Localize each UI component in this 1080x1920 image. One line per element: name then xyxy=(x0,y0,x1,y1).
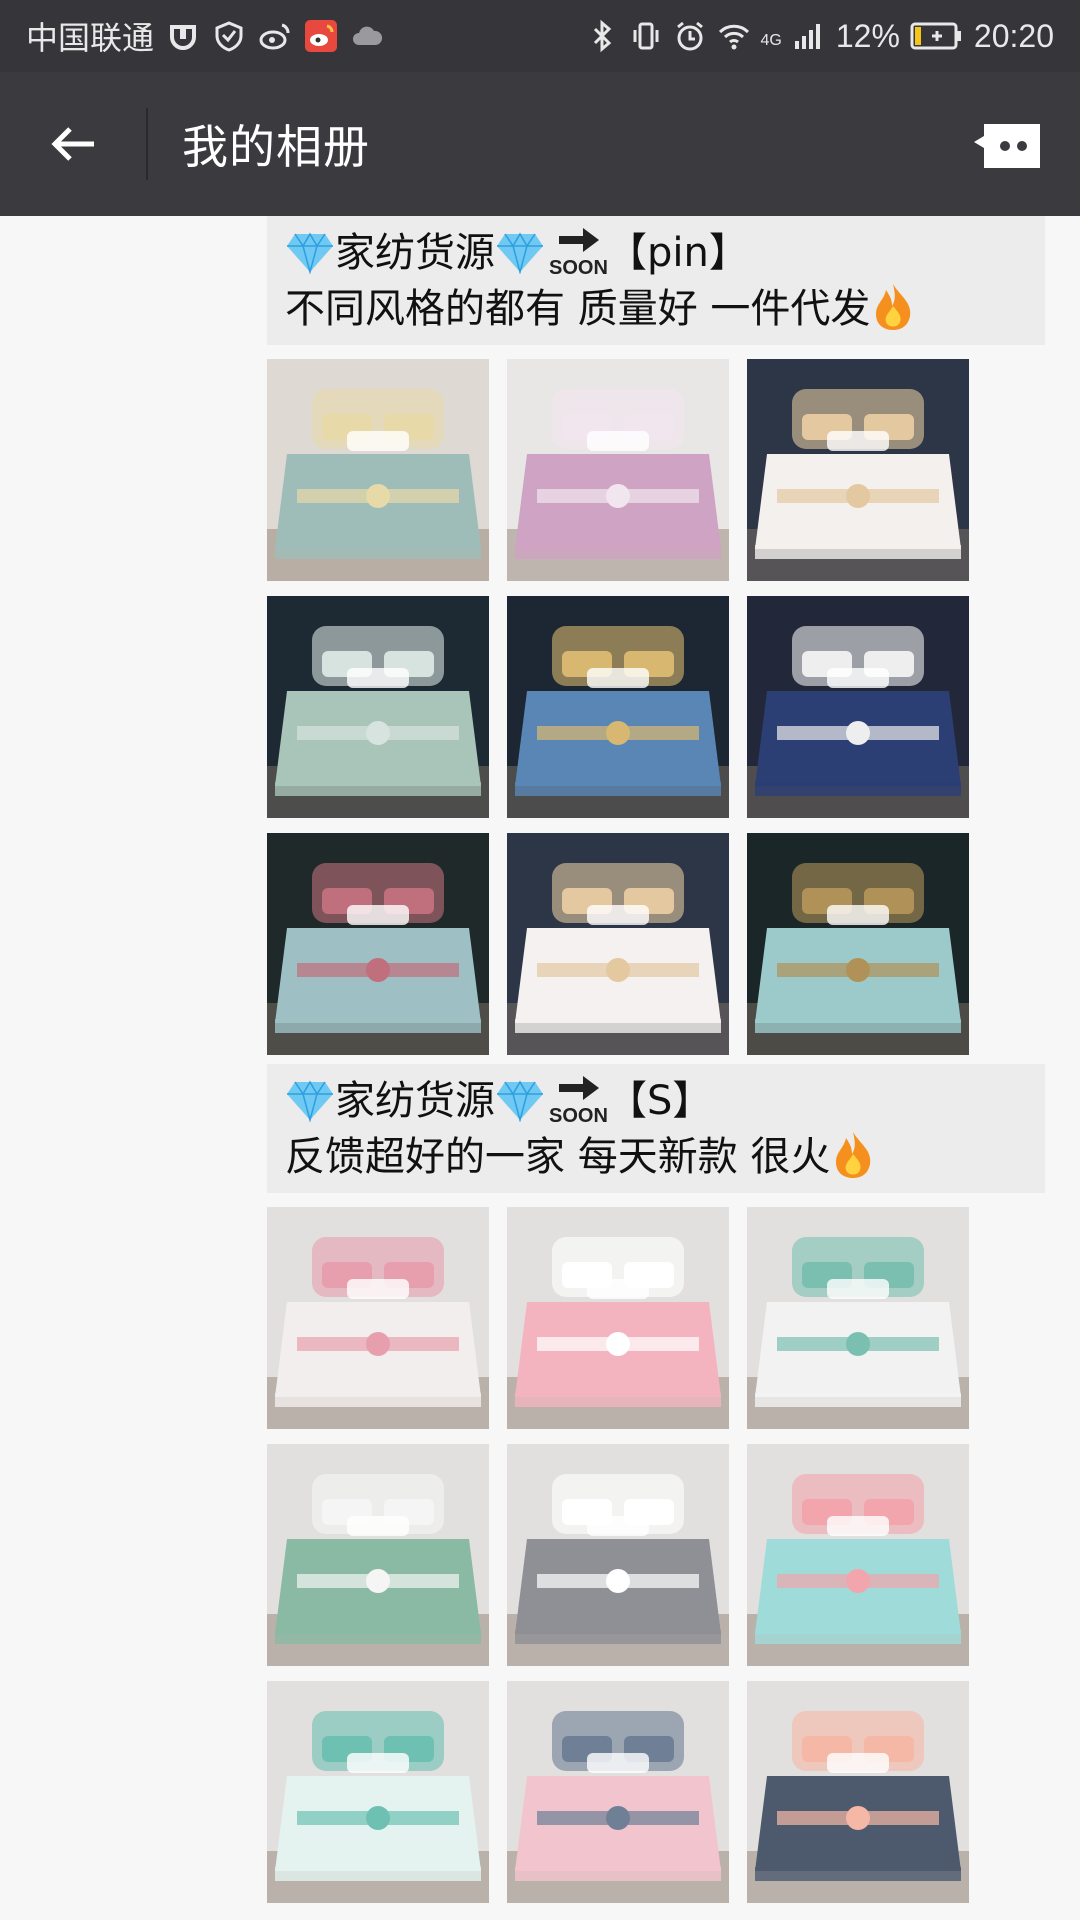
album-post: 家纺货源 SOON 【pin】 不同风格的都有 质量好 一件代发 xyxy=(267,216,1045,1055)
fire-emoji-icon xyxy=(836,1132,871,1178)
album-content[interactable]: 家纺货源 SOON 【pin】 不同风格的都有 质量好 一件代发 家纺货源 SOON 【… xyxy=(0,216,1080,1920)
weibo-icon xyxy=(259,23,290,50)
page-title: 我的相册 xyxy=(182,120,370,174)
bedding-photo xyxy=(507,1207,729,1429)
svg-text:SOON: SOON xyxy=(549,1105,607,1126)
caption-text: 【pin】 xyxy=(607,230,749,276)
photo-thumbnail-aqua-cartoon-bedding[interactable] xyxy=(747,1444,969,1666)
bedding-photo xyxy=(267,596,489,818)
back-button[interactable] xyxy=(0,72,146,216)
photo-thumbnail-pink-bedding[interactable] xyxy=(507,359,729,581)
album-post: 家纺货源 SOON 【S】 反馈超好的一家 每天新款 很火 xyxy=(267,1064,1045,1903)
post-caption: 家纺货源 SOON 【S】 反馈超好的一家 每天新款 很火 xyxy=(267,1064,1045,1193)
caption-text: 家纺货源 xyxy=(335,230,495,276)
bedding-photo xyxy=(747,596,969,818)
title-bar: 我的相册 xyxy=(0,72,1080,216)
vibrate-icon xyxy=(633,22,659,50)
photo-grid xyxy=(267,359,1045,1055)
status-bar: 中国联通 4G 12% 20:20 xyxy=(0,0,1080,72)
photo-thumbnail-grey-flower-bedding[interactable] xyxy=(507,1444,729,1666)
gem-emoji-icon xyxy=(287,232,333,274)
photo-thumbnail-blue-gold-bedding[interactable] xyxy=(507,596,729,818)
battery-icon xyxy=(910,22,961,50)
photo-thumbnail-white-gold-bedding-2[interactable] xyxy=(507,833,729,1055)
photo-thumbnail-sage-bedding-dark-room[interactable] xyxy=(267,596,489,818)
post-caption-line2: 反馈超好的一家 每天新款 很火 xyxy=(285,1129,1027,1185)
soon-arrow-emoji-icon: SOON xyxy=(549,1076,607,1126)
soon-arrow-emoji-icon: SOON xyxy=(549,228,607,278)
photo-thumbnail-pink-cat-bedding[interactable] xyxy=(507,1681,729,1903)
bedding-photo xyxy=(267,1681,489,1903)
photo-thumbnail-green-diamond-bedding[interactable] xyxy=(267,1444,489,1666)
signal-icon xyxy=(794,24,820,49)
bedding-photo xyxy=(507,833,729,1055)
app-notification-icon xyxy=(170,25,197,50)
cloud-icon xyxy=(353,26,383,45)
bedding-photo xyxy=(267,1444,489,1666)
clock-time: 20:20 xyxy=(973,17,1054,54)
caption-text: 【S】 xyxy=(607,1078,713,1124)
alarm-icon xyxy=(676,21,703,51)
more-chat-icon xyxy=(974,124,1040,168)
bedding-photo xyxy=(747,1681,969,1903)
bedding-photo xyxy=(747,359,969,581)
bedding-photo xyxy=(747,1444,969,1666)
post-caption-line2: 不同风格的都有 质量好 一件代发 xyxy=(285,281,1027,337)
gem-emoji-icon xyxy=(497,232,543,274)
photo-thumbnail-mint-embroidered-bedding[interactable] xyxy=(267,359,489,581)
photo-thumbnail-navy-white-bedding[interactable] xyxy=(747,596,969,818)
more-options-button[interactable] xyxy=(970,110,1050,174)
bedding-photo xyxy=(507,596,729,818)
fire-emoji-icon xyxy=(876,284,911,330)
bedding-photo xyxy=(507,1681,729,1903)
caption-text: 反馈超好的一家 每天新款 很火 xyxy=(285,1134,831,1180)
photo-thumbnail-white-gold-bedding[interactable] xyxy=(747,359,969,581)
shield-icon xyxy=(215,21,243,52)
photo-grid xyxy=(267,1207,1045,1903)
bedding-photo xyxy=(747,833,969,1055)
gem-emoji-icon xyxy=(497,1080,543,1122)
post-caption-line1: 家纺货源 SOON 【S】 xyxy=(285,1070,1027,1129)
photo-thumbnail-grid-white-bedding[interactable] xyxy=(747,1207,969,1429)
caption-text: 家纺货源 xyxy=(335,1078,495,1124)
bedding-photo xyxy=(267,1207,489,1429)
photo-thumbnail-pink-polka-bedding[interactable] xyxy=(507,1207,729,1429)
carrier-name: 中国联通 xyxy=(26,20,155,56)
bluetooth-icon xyxy=(593,19,611,53)
photo-thumbnail-aqua-medallion-bedding[interactable] xyxy=(747,833,969,1055)
bedding-photo xyxy=(267,833,489,1055)
battery-percent: 12% xyxy=(835,17,900,54)
bedding-photo xyxy=(507,359,729,581)
post-caption: 家纺货源 SOON 【pin】 不同风格的都有 质量好 一件代发 xyxy=(267,216,1045,345)
bedding-photo xyxy=(507,1444,729,1666)
bedding-photo xyxy=(747,1207,969,1429)
caption-text: 不同风格的都有 质量好 一件代发 xyxy=(285,286,871,332)
back-arrow-icon xyxy=(51,127,94,161)
wifi-icon xyxy=(718,24,749,50)
title-divider xyxy=(146,108,148,180)
post-caption-line1: 家纺货源 SOON 【pin】 xyxy=(285,222,1027,281)
network-type-label: 4G xyxy=(760,31,782,49)
photo-thumbnail-navy-dots-bedding[interactable] xyxy=(747,1681,969,1903)
svg-text:SOON: SOON xyxy=(549,257,607,278)
photo-thumbnail-mint-chevron-bedding[interactable] xyxy=(267,1681,489,1903)
weibo-app-icon xyxy=(305,20,338,52)
bedding-photo xyxy=(267,359,489,581)
photo-thumbnail-floral-white-bedding[interactable] xyxy=(267,1207,489,1429)
photo-thumbnail-teal-pattern-bedding[interactable] xyxy=(267,833,489,1055)
gem-emoji-icon xyxy=(287,1080,333,1122)
